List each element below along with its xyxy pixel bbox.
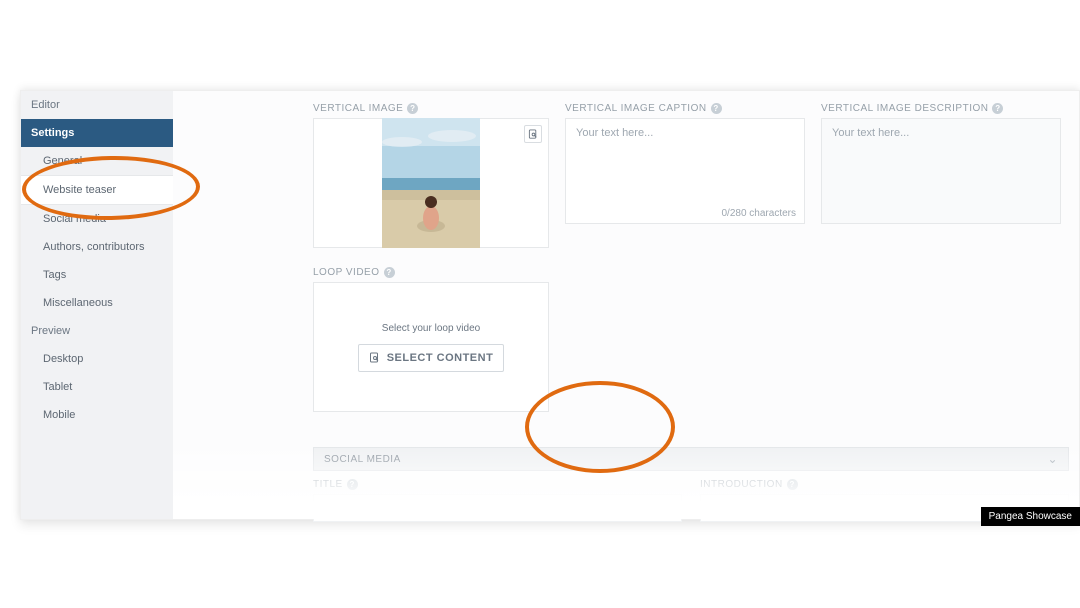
vertical-image-row: VERTICAL IMAGE ? <box>313 103 1069 248</box>
label-text: TITLE <box>313 479 343 490</box>
sidebar-header-preview: Preview <box>21 317 173 345</box>
sidebar-item-settings[interactable]: Settings <box>21 119 173 147</box>
sidebar-item-label: Tablet <box>43 381 72 393</box>
help-icon[interactable]: ? <box>384 267 395 278</box>
vertical-image-label: VERTICAL IMAGE ? <box>313 103 549 114</box>
label-text: VERTICAL IMAGE DESCRIPTION <box>821 103 988 114</box>
sidebar-item-tablet[interactable]: Tablet <box>21 373 173 401</box>
accordion-label: SOCIAL MEDIA <box>324 454 401 465</box>
app-frame: Editor Settings General Website teaser S… <box>20 90 1080 520</box>
placeholder-text: Your text here... <box>822 119 1060 147</box>
sidebar-item-general[interactable]: General <box>21 147 173 175</box>
sidebar-item-label: Authors, contributors <box>43 241 145 253</box>
title-label: TITLE ? <box>313 479 682 490</box>
main-panel: VERTICAL IMAGE ? <box>173 91 1079 519</box>
magnify-file-icon <box>528 129 539 140</box>
sidebar-item-label: Mobile <box>43 409 75 421</box>
sidebar-item-label: General <box>43 155 82 167</box>
vertical-description-field: VERTICAL IMAGE DESCRIPTION ? Your text h… <box>821 103 1061 248</box>
sidebar-item-desktop[interactable]: Desktop <box>21 345 173 373</box>
placeholder-text: Your text here... <box>566 119 804 147</box>
vertical-description-input[interactable]: Your text here... <box>821 118 1061 224</box>
vertical-description-label: VERTICAL IMAGE DESCRIPTION ? <box>821 103 1061 114</box>
help-icon[interactable]: ? <box>407 103 418 114</box>
help-icon[interactable]: ? <box>992 103 1003 114</box>
sidebar-item-tags[interactable]: Tags <box>21 261 173 289</box>
vertical-caption-field: VERTICAL IMAGE CAPTION ? Your text here.… <box>565 103 805 248</box>
magnify-file-icon <box>369 352 381 364</box>
sidebar: Editor Settings General Website teaser S… <box>21 91 173 519</box>
title-input[interactable]: Your text here... <box>313 494 682 522</box>
label-text: INTRODUCTION <box>700 479 783 490</box>
sidebar-item-label: Website teaser <box>43 184 116 196</box>
vertical-image-box[interactable] <box>313 118 549 248</box>
sidebar-item-misc[interactable]: Miscellaneous <box>21 289 173 317</box>
loop-video-hint: Select your loop video <box>382 323 480 334</box>
sidebar-header-editor: Editor <box>21 91 173 119</box>
vertical-caption-label: VERTICAL IMAGE CAPTION ? <box>565 103 805 114</box>
vertical-image-thumbnail <box>382 118 480 248</box>
sidebar-item-label: Social media <box>43 213 106 225</box>
button-label: SELECT CONTENT <box>387 352 494 364</box>
social-media-accordion[interactable]: SOCIAL MEDIA ⌄ <box>313 447 1069 471</box>
sidebar-item-authors[interactable]: Authors, contributors <box>21 233 173 261</box>
select-content-button[interactable]: SELECT CONTENT <box>358 344 505 372</box>
help-icon[interactable]: ? <box>347 479 358 490</box>
sidebar-item-mobile[interactable]: Mobile <box>21 401 173 429</box>
sidebar-item-label: Settings <box>31 127 74 139</box>
label-text: VERTICAL IMAGE <box>313 103 403 114</box>
label-text: VERTICAL IMAGE CAPTION <box>565 103 707 114</box>
intro-label: INTRODUCTION ? <box>700 479 1069 490</box>
vertical-image-field: VERTICAL IMAGE ? <box>313 103 549 248</box>
sidebar-item-label: Miscellaneous <box>43 297 113 309</box>
brand-badge: Pangea Showcase <box>981 507 1080 526</box>
faded-section: TITLE ? Your text here... INTRODUCTION ?… <box>313 479 1069 522</box>
chevron-down-icon: ⌄ <box>1047 452 1058 466</box>
label-text: LOOP VIDEO <box>313 267 380 278</box>
help-icon[interactable]: ? <box>711 103 722 114</box>
title-field: TITLE ? Your text here... <box>313 479 682 522</box>
sidebar-item-label: Tags <box>43 269 66 281</box>
placeholder-text: Your text here... <box>314 495 681 523</box>
loop-video-field: LOOP VIDEO ? Select your loop video SELE… <box>313 267 549 412</box>
loop-video-label: LOOP VIDEO ? <box>313 267 549 278</box>
image-search-button[interactable] <box>524 125 542 143</box>
char-count: 0/280 characters <box>722 208 797 219</box>
sidebar-item-website-teaser[interactable]: Website teaser <box>21 175 173 205</box>
loop-video-box: Select your loop video SELECT CONTENT <box>313 282 549 412</box>
vertical-caption-input[interactable]: Your text here... 0/280 characters <box>565 118 805 224</box>
help-icon[interactable]: ? <box>787 479 798 490</box>
sidebar-item-social-media[interactable]: Social media <box>21 205 173 233</box>
sidebar-item-label: Desktop <box>43 353 83 365</box>
